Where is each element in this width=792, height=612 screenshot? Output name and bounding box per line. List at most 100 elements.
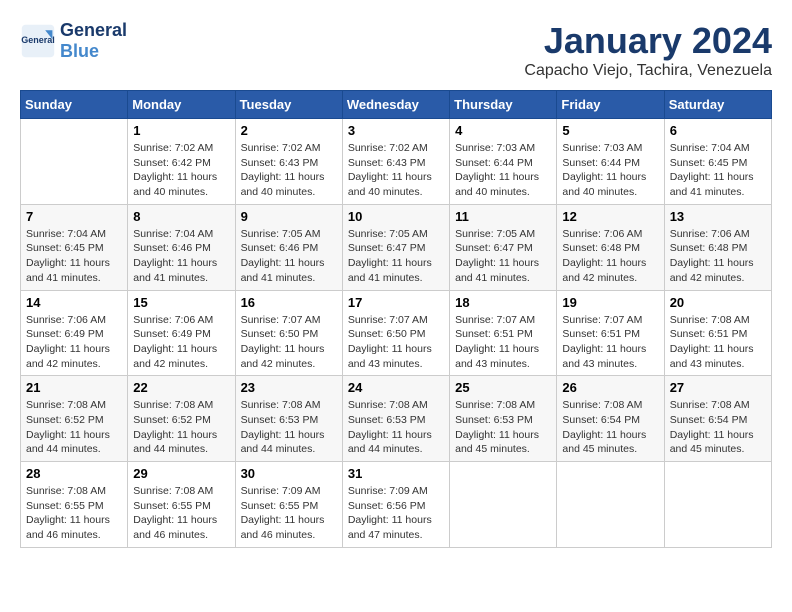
day-info: Sunrise: 7:02 AMSunset: 6:43 PMDaylight:… bbox=[241, 141, 337, 200]
month-title: January 2024 bbox=[524, 20, 772, 62]
calendar-week-row: 7Sunrise: 7:04 AMSunset: 6:45 PMDaylight… bbox=[21, 204, 772, 290]
day-info: Sunrise: 7:06 AMSunset: 6:49 PMDaylight:… bbox=[26, 313, 122, 372]
day-info: Sunrise: 7:04 AMSunset: 6:45 PMDaylight:… bbox=[26, 227, 122, 286]
day-number: 31 bbox=[348, 466, 444, 481]
calendar-cell: 5Sunrise: 7:03 AMSunset: 6:44 PMDaylight… bbox=[557, 119, 664, 205]
day-number: 12 bbox=[562, 209, 658, 224]
calendar-cell bbox=[450, 462, 557, 548]
day-number: 30 bbox=[241, 466, 337, 481]
calendar-cell bbox=[21, 119, 128, 205]
day-number: 1 bbox=[133, 123, 229, 138]
day-of-week-header: Thursday bbox=[450, 91, 557, 119]
day-info: Sunrise: 7:04 AMSunset: 6:45 PMDaylight:… bbox=[670, 141, 766, 200]
day-info: Sunrise: 7:07 AMSunset: 6:50 PMDaylight:… bbox=[241, 313, 337, 372]
day-info: Sunrise: 7:06 AMSunset: 6:48 PMDaylight:… bbox=[670, 227, 766, 286]
calendar-cell: 27Sunrise: 7:08 AMSunset: 6:54 PMDayligh… bbox=[664, 376, 771, 462]
calendar-cell: 2 Sunrise: 7:02 AMSunset: 6:43 PMDaylight… bbox=[235, 119, 342, 205]
calendar-week-row: 14 Sunrise: 7:06 AMSunset: 6:49 PMDayligh… bbox=[21, 290, 772, 376]
calendar-cell: 26 Sunrise: 7:08 AMSunset: 6:54 PMDayligh… bbox=[557, 376, 664, 462]
calendar-cell: 28 Sunrise: 7:08 AMSunset: 6:55 PMDayligh… bbox=[21, 462, 128, 548]
day-info: Sunrise: 7:08 AMSunset: 6:53 PMDaylight:… bbox=[348, 398, 444, 457]
calendar-cell: 22 Sunrise: 7:08 AMSunset: 6:52 PMDayligh… bbox=[128, 376, 235, 462]
calendar-cell: 10 Sunrise: 7:05 AMSunset: 6:47 PMDayligh… bbox=[342, 204, 449, 290]
day-number: 15 bbox=[133, 295, 229, 310]
day-number: 4 bbox=[455, 123, 551, 138]
day-info: Sunrise: 7:05 AMSunset: 6:47 PMDaylight:… bbox=[455, 227, 551, 286]
day-number: 28 bbox=[26, 466, 122, 481]
calendar-table: SundayMondayTuesdayWednesdayThursdayFrid… bbox=[20, 90, 772, 548]
day-number: 27 bbox=[670, 380, 766, 395]
day-number: 29 bbox=[133, 466, 229, 481]
calendar-cell bbox=[557, 462, 664, 548]
calendar-header-row: SundayMondayTuesdayWednesdayThursdayFrid… bbox=[21, 91, 772, 119]
day-info: Sunrise: 7:06 AMSunset: 6:48 PMDaylight:… bbox=[562, 227, 658, 286]
day-number: 23 bbox=[241, 380, 337, 395]
day-number: 17 bbox=[348, 295, 444, 310]
logo-general-text: General bbox=[60, 20, 127, 40]
day-number: 8 bbox=[133, 209, 229, 224]
day-info: Sunrise: 7:05 AMSunset: 6:47 PMDaylight:… bbox=[348, 227, 444, 286]
day-number: 16 bbox=[241, 295, 337, 310]
calendar-cell: 11 Sunrise: 7:05 AMSunset: 6:47 PMDayligh… bbox=[450, 204, 557, 290]
calendar-cell: 12 Sunrise: 7:06 AMSunset: 6:48 PMDayligh… bbox=[557, 204, 664, 290]
day-info: Sunrise: 7:07 AMSunset: 6:50 PMDaylight:… bbox=[348, 313, 444, 372]
day-of-week-header: Friday bbox=[557, 91, 664, 119]
day-number: 2 bbox=[241, 123, 337, 138]
day-info: Sunrise: 7:08 AMSunset: 6:53 PMDaylight:… bbox=[455, 398, 551, 457]
calendar-cell: 14 Sunrise: 7:06 AMSunset: 6:49 PMDayligh… bbox=[21, 290, 128, 376]
day-info: Sunrise: 7:08 AMSunset: 6:52 PMDaylight:… bbox=[26, 398, 122, 457]
day-number: 19 bbox=[562, 295, 658, 310]
day-info: Sunrise: 7:06 AMSunset: 6:49 PMDaylight:… bbox=[133, 313, 229, 372]
calendar-cell: 21 Sunrise: 7:08 AMSunset: 6:52 PMDayligh… bbox=[21, 376, 128, 462]
day-number: 9 bbox=[241, 209, 337, 224]
page-header: General General Blue January 2024 Capach… bbox=[20, 20, 772, 80]
calendar-cell: 4Sunrise: 7:03 AMSunset: 6:44 PMDaylight… bbox=[450, 119, 557, 205]
calendar-cell: 30Sunrise: 7:09 AMSunset: 6:55 PMDayligh… bbox=[235, 462, 342, 548]
day-number: 14 bbox=[26, 295, 122, 310]
day-info: Sunrise: 7:08 AMSunset: 6:51 PMDaylight:… bbox=[670, 313, 766, 372]
day-info: Sunrise: 7:08 AMSunset: 6:55 PMDaylight:… bbox=[133, 484, 229, 543]
day-info: Sunrise: 7:05 AMSunset: 6:46 PMDaylight:… bbox=[241, 227, 337, 286]
calendar-cell: 25Sunrise: 7:08 AMSunset: 6:53 PMDayligh… bbox=[450, 376, 557, 462]
calendar-cell: 29 Sunrise: 7:08 AMSunset: 6:55 PMDayligh… bbox=[128, 462, 235, 548]
day-info: Sunrise: 7:03 AMSunset: 6:44 PMDaylight:… bbox=[562, 141, 658, 200]
day-of-week-header: Saturday bbox=[664, 91, 771, 119]
calendar-cell bbox=[664, 462, 771, 548]
day-of-week-header: Sunday bbox=[21, 91, 128, 119]
day-info: Sunrise: 7:08 AMSunset: 6:53 PMDaylight:… bbox=[241, 398, 337, 457]
day-info: Sunrise: 7:09 AMSunset: 6:56 PMDaylight:… bbox=[348, 484, 444, 543]
calendar-cell: 17 Sunrise: 7:07 AMSunset: 6:50 PMDayligh… bbox=[342, 290, 449, 376]
day-of-week-header: Tuesday bbox=[235, 91, 342, 119]
calendar-cell: 20Sunrise: 7:08 AMSunset: 6:51 PMDayligh… bbox=[664, 290, 771, 376]
calendar-cell: 23 Sunrise: 7:08 AMSunset: 6:53 PMDayligh… bbox=[235, 376, 342, 462]
day-of-week-header: Monday bbox=[128, 91, 235, 119]
calendar-week-row: 1Sunrise: 7:02 AMSunset: 6:42 PMDaylight… bbox=[21, 119, 772, 205]
calendar-cell: 6Sunrise: 7:04 AMSunset: 6:45 PMDaylight… bbox=[664, 119, 771, 205]
calendar-cell: 31 Sunrise: 7:09 AMSunset: 6:56 PMDayligh… bbox=[342, 462, 449, 548]
calendar-cell: 3Sunrise: 7:02 AMSunset: 6:43 PMDaylight… bbox=[342, 119, 449, 205]
day-number: 3 bbox=[348, 123, 444, 138]
day-number: 22 bbox=[133, 380, 229, 395]
calendar-cell: 9 Sunrise: 7:05 AMSunset: 6:46 PMDaylight… bbox=[235, 204, 342, 290]
day-number: 21 bbox=[26, 380, 122, 395]
logo: General General Blue bbox=[20, 20, 127, 62]
day-number: 24 bbox=[348, 380, 444, 395]
day-info: Sunrise: 7:08 AMSunset: 6:52 PMDaylight:… bbox=[133, 398, 229, 457]
day-number: 13 bbox=[670, 209, 766, 224]
calendar-cell: 19Sunrise: 7:07 AMSunset: 6:51 PMDayligh… bbox=[557, 290, 664, 376]
day-info: Sunrise: 7:08 AMSunset: 6:55 PMDaylight:… bbox=[26, 484, 122, 543]
calendar-cell: 18Sunrise: 7:07 AMSunset: 6:51 PMDayligh… bbox=[450, 290, 557, 376]
day-number: 11 bbox=[455, 209, 551, 224]
day-info: Sunrise: 7:07 AMSunset: 6:51 PMDaylight:… bbox=[455, 313, 551, 372]
day-of-week-header: Wednesday bbox=[342, 91, 449, 119]
calendar-cell: 1Sunrise: 7:02 AMSunset: 6:42 PMDaylight… bbox=[128, 119, 235, 205]
day-number: 10 bbox=[348, 209, 444, 224]
day-info: Sunrise: 7:04 AMSunset: 6:46 PMDaylight:… bbox=[133, 227, 229, 286]
calendar-cell: 16 Sunrise: 7:07 AMSunset: 6:50 PMDayligh… bbox=[235, 290, 342, 376]
calendar-week-row: 28 Sunrise: 7:08 AMSunset: 6:55 PMDayligh… bbox=[21, 462, 772, 548]
svg-text:General: General bbox=[21, 35, 55, 45]
calendar-cell: 13 Sunrise: 7:06 AMSunset: 6:48 PMDayligh… bbox=[664, 204, 771, 290]
day-number: 26 bbox=[562, 380, 658, 395]
day-info: Sunrise: 7:08 AMSunset: 6:54 PMDaylight:… bbox=[562, 398, 658, 457]
logo-icon: General bbox=[20, 23, 56, 59]
